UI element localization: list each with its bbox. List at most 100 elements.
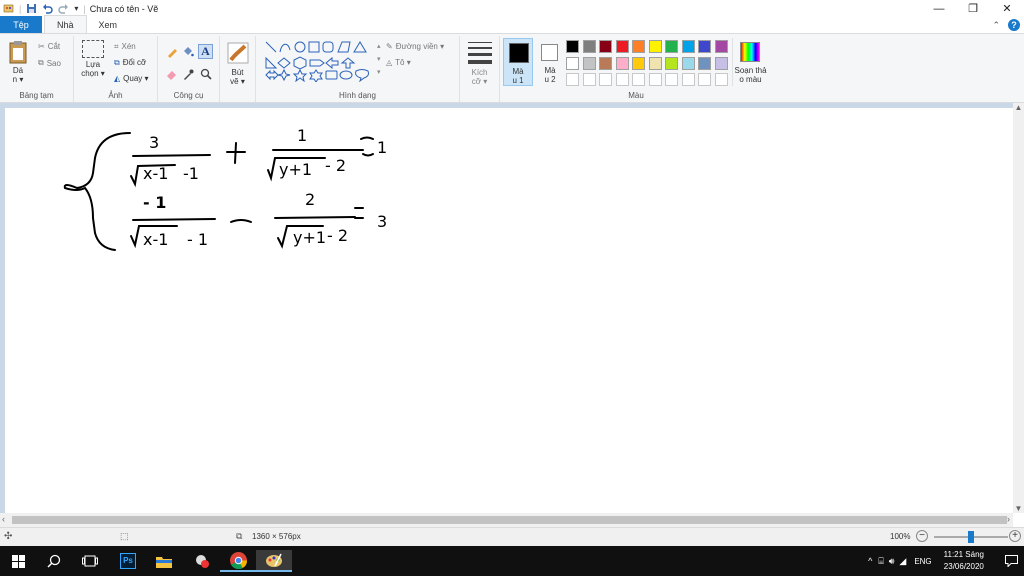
volume-icon[interactable]: 🔊︎ — [889, 556, 895, 567]
color-swatch[interactable] — [665, 40, 678, 53]
media-app-button[interactable] — [184, 550, 220, 572]
color-swatch[interactable] — [582, 56, 596, 70]
crop-button[interactable]: ⌗ Xén — [114, 42, 136, 52]
color-swatch[interactable] — [698, 40, 711, 53]
color-swatch[interactable] — [615, 56, 629, 70]
photoshop-taskbar-button[interactable]: Ps — [110, 550, 146, 572]
undo-icon[interactable] — [42, 3, 54, 14]
zoom-slider[interactable] — [934, 531, 1008, 543]
tab-file[interactable]: Tệp — [0, 16, 42, 33]
resize-icon: ⧉ — [114, 58, 120, 67]
paint-taskbar-button[interactable] — [256, 550, 292, 572]
redo-icon[interactable] — [58, 3, 69, 14]
file-explorer-button[interactable] — [146, 550, 182, 572]
color-swatch[interactable] — [582, 40, 596, 53]
search-button[interactable] — [36, 550, 72, 572]
color-swatch[interactable] — [681, 73, 695, 86]
minimize-button[interactable]: — — [922, 0, 956, 17]
paint-app-icon[interactable] — [3, 3, 14, 14]
colors-group-label: Màu — [628, 91, 644, 100]
drawing-canvas[interactable]: 3 x-1 -1 1 y+1 - 2 1 - 1 x-1 - 1 2 y+1 -… — [5, 108, 1013, 513]
start-button[interactable] — [0, 550, 36, 572]
color-swatch[interactable] — [648, 40, 662, 53]
size-button[interactable]: Kích cỡ ▾ — [460, 36, 500, 102]
text-tool-icon[interactable]: A — [198, 44, 213, 59]
fill-bucket-icon[interactable] — [182, 46, 194, 58]
color-swatch[interactable] — [714, 56, 728, 70]
color-swatch[interactable] — [714, 40, 728, 53]
color-swatch[interactable] — [714, 73, 728, 86]
color2-button[interactable]: Mà u 2 — [535, 38, 565, 86]
restore-button[interactable]: ❐ — [956, 0, 990, 17]
collapse-ribbon-icon[interactable]: ⌃ — [992, 20, 1000, 31]
color-picker-icon[interactable] — [182, 68, 194, 80]
taskbar: Ps ^ ⌸ 🔊︎ ◢ ENG 11:21 Sáng 23/06/2020 — [0, 546, 1024, 576]
eq2-root-2: y+1 — [293, 228, 327, 247]
scroll-right-icon[interactable]: › — [1007, 514, 1010, 524]
color1-button[interactable]: Mà u 1 — [503, 38, 533, 86]
color-swatch[interactable] — [681, 56, 695, 70]
pencil-icon[interactable] — [166, 46, 178, 58]
task-view-button[interactable] — [72, 550, 108, 572]
tab-view[interactable]: Xem — [87, 16, 130, 33]
wifi-icon[interactable]: ◢ — [899, 556, 906, 567]
chrome-button[interactable] — [220, 550, 256, 572]
customize-quick-access-icon[interactable]: ▾ — [74, 4, 78, 13]
network-icon[interactable]: ⌸ — [878, 556, 883, 567]
vertical-scrollbar[interactable]: ▲ ▼ — [1013, 103, 1024, 513]
color-swatch[interactable] — [648, 56, 662, 70]
magnifier-icon[interactable] — [200, 68, 212, 80]
notifications-button[interactable] — [998, 546, 1024, 576]
help-icon[interactable]: ? — [1008, 19, 1020, 31]
color-swatch[interactable] — [665, 73, 678, 86]
scissors-icon: ✂ — [38, 42, 45, 51]
clock[interactable]: 11:21 Sáng 23/06/2020 — [944, 549, 984, 573]
cut-button[interactable]: ✂ Cắt — [38, 42, 60, 51]
scroll-thumb[interactable] — [12, 516, 1007, 524]
color-swatch[interactable] — [615, 40, 629, 53]
color-swatch[interactable] — [566, 73, 579, 86]
brushes-group[interactable]: Bút vẽ ▾ — [220, 36, 256, 102]
save-icon[interactable] — [26, 3, 37, 14]
chrome-icon — [229, 551, 247, 569]
color-swatch[interactable] — [632, 40, 645, 53]
eraser-icon[interactable] — [166, 68, 178, 80]
zoom-slider-thumb[interactable] — [968, 531, 974, 543]
fill-button[interactable]: ◬ Tô ▾ — [386, 58, 411, 67]
color-swatch[interactable] — [615, 73, 629, 86]
color-swatch[interactable] — [566, 40, 579, 53]
scroll-left-icon[interactable]: ‹ — [2, 514, 5, 524]
color-swatch[interactable] — [698, 73, 711, 86]
size-label: Kích cỡ ▾ — [471, 68, 488, 86]
shapes-gallery[interactable] — [264, 40, 376, 82]
windows-icon — [11, 554, 25, 568]
color-swatch[interactable] — [566, 56, 579, 70]
tab-home[interactable]: Nhà — [44, 15, 87, 33]
horizontal-scrollbar[interactable]: ‹ › — [0, 513, 1013, 527]
color-swatch[interactable] — [599, 40, 612, 53]
color-swatch[interactable] — [698, 56, 711, 70]
zoom-out-icon[interactable]: − — [916, 530, 928, 542]
edit-colors-button[interactable]: Soạn thả o màu — [732, 38, 768, 86]
rotate-button[interactable]: ◭ Quay ▾ — [114, 74, 149, 83]
color-swatch[interactable] — [599, 56, 612, 70]
copy-button[interactable]: ⧉ Sao — [38, 58, 61, 68]
color-swatch[interactable] — [582, 73, 596, 86]
color-swatch[interactable] — [665, 56, 678, 70]
close-button[interactable]: ✕ — [990, 0, 1024, 17]
color-swatch[interactable] — [632, 56, 645, 70]
shapes-scroll[interactable]: ▴ ▾ ▾ — [377, 40, 383, 82]
resize-button[interactable]: ⧉ Đổi cỡ — [114, 58, 146, 68]
select-button[interactable]: Lựa chọn ▾ — [79, 40, 107, 78]
outline-button[interactable]: ✎ Đường viền ▾ — [386, 42, 444, 51]
scroll-up-icon[interactable]: ▲ — [1013, 103, 1024, 112]
color-swatch[interactable] — [681, 40, 695, 53]
color-swatch[interactable] — [632, 73, 645, 86]
paste-button[interactable]: Dá n ▾ — [6, 40, 30, 86]
show-hidden-icons[interactable]: ^ — [868, 556, 872, 566]
zoom-in-icon[interactable]: + — [1009, 530, 1021, 542]
language-indicator[interactable]: ENG — [914, 557, 931, 566]
color-swatch[interactable] — [599, 73, 612, 86]
color-swatch[interactable] — [648, 73, 662, 86]
scroll-down-icon[interactable]: ▼ — [1013, 504, 1024, 513]
